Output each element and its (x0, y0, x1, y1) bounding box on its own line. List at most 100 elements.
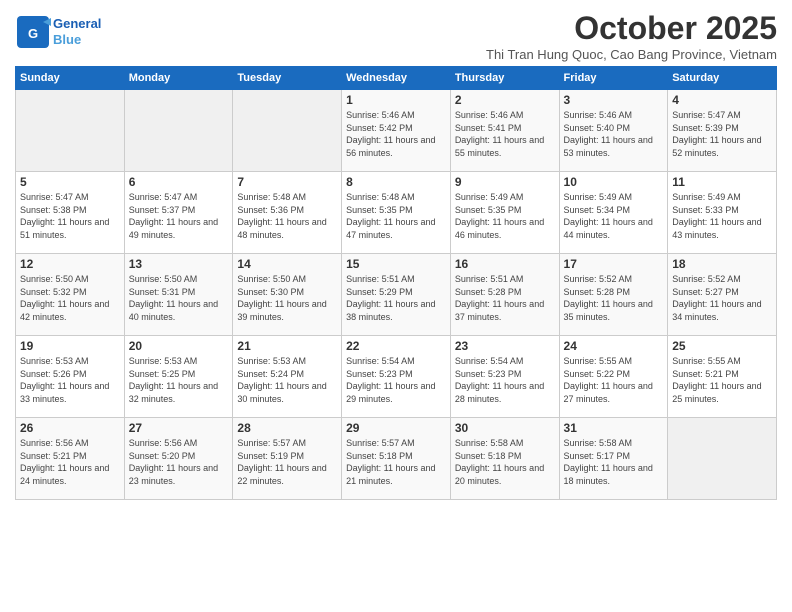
header-tuesday: Tuesday (233, 67, 342, 90)
daylight-text: Daylight: 11 hours and 48 minutes. (237, 216, 337, 241)
calendar-title: October 2025 (486, 10, 777, 47)
table-row: 31 Sunrise: 5:58 AM Sunset: 5:17 PM Dayl… (559, 418, 668, 500)
daylight-text: Daylight: 11 hours and 53 minutes. (564, 134, 664, 159)
day-number: 9 (455, 175, 555, 189)
table-row: 24 Sunrise: 5:55 AM Sunset: 5:22 PM Dayl… (559, 336, 668, 418)
sunset-text: Sunset: 5:42 PM (346, 122, 446, 135)
day-number: 10 (564, 175, 664, 189)
sunset-text: Sunset: 5:32 PM (20, 286, 120, 299)
header-monday: Monday (124, 67, 233, 90)
daylight-text: Daylight: 11 hours and 30 minutes. (237, 380, 337, 405)
day-info: Sunrise: 5:53 AM Sunset: 5:26 PM Dayligh… (20, 355, 120, 405)
sunrise-text: Sunrise: 5:53 AM (20, 355, 120, 368)
sunrise-text: Sunrise: 5:47 AM (20, 191, 120, 204)
daylight-text: Daylight: 11 hours and 44 minutes. (564, 216, 664, 241)
calendar-week-row: 5 Sunrise: 5:47 AM Sunset: 5:38 PM Dayli… (16, 172, 777, 254)
day-number: 7 (237, 175, 337, 189)
sunrise-text: Sunrise: 5:47 AM (672, 109, 772, 122)
sunrise-text: Sunrise: 5:50 AM (20, 273, 120, 286)
sunrise-text: Sunrise: 5:56 AM (129, 437, 229, 450)
sunset-text: Sunset: 5:39 PM (672, 122, 772, 135)
day-info: Sunrise: 5:51 AM Sunset: 5:28 PM Dayligh… (455, 273, 555, 323)
daylight-text: Daylight: 11 hours and 24 minutes. (20, 462, 120, 487)
sunset-text: Sunset: 5:23 PM (455, 368, 555, 381)
day-info: Sunrise: 5:49 AM Sunset: 5:33 PM Dayligh… (672, 191, 772, 241)
calendar-week-row: 1 Sunrise: 5:46 AM Sunset: 5:42 PM Dayli… (16, 90, 777, 172)
day-number: 15 (346, 257, 446, 271)
table-row: 12 Sunrise: 5:50 AM Sunset: 5:32 PM Dayl… (16, 254, 125, 336)
day-info: Sunrise: 5:55 AM Sunset: 5:22 PM Dayligh… (564, 355, 664, 405)
sunset-text: Sunset: 5:21 PM (672, 368, 772, 381)
table-row: 21 Sunrise: 5:53 AM Sunset: 5:24 PM Dayl… (233, 336, 342, 418)
sunset-text: Sunset: 5:36 PM (237, 204, 337, 217)
day-info: Sunrise: 5:46 AM Sunset: 5:40 PM Dayligh… (564, 109, 664, 159)
title-section: October 2025 Thi Tran Hung Quoc, Cao Ban… (486, 10, 777, 62)
day-number: 20 (129, 339, 229, 353)
daylight-text: Daylight: 11 hours and 51 minutes. (20, 216, 120, 241)
day-info: Sunrise: 5:48 AM Sunset: 5:36 PM Dayligh… (237, 191, 337, 241)
day-info: Sunrise: 5:47 AM Sunset: 5:38 PM Dayligh… (20, 191, 120, 241)
calendar-subtitle: Thi Tran Hung Quoc, Cao Bang Province, V… (486, 47, 777, 62)
day-info: Sunrise: 5:56 AM Sunset: 5:20 PM Dayligh… (129, 437, 229, 487)
day-info: Sunrise: 5:51 AM Sunset: 5:29 PM Dayligh… (346, 273, 446, 323)
day-info: Sunrise: 5:47 AM Sunset: 5:39 PM Dayligh… (672, 109, 772, 159)
daylight-text: Daylight: 11 hours and 23 minutes. (129, 462, 229, 487)
day-number: 24 (564, 339, 664, 353)
daylight-text: Daylight: 11 hours and 18 minutes. (564, 462, 664, 487)
sunrise-text: Sunrise: 5:56 AM (20, 437, 120, 450)
day-number: 13 (129, 257, 229, 271)
daylight-text: Daylight: 11 hours and 29 minutes. (346, 380, 446, 405)
day-number: 26 (20, 421, 120, 435)
table-row (668, 418, 777, 500)
calendar-table: Sunday Monday Tuesday Wednesday Thursday… (15, 66, 777, 500)
sunset-text: Sunset: 5:20 PM (129, 450, 229, 463)
sunset-text: Sunset: 5:30 PM (237, 286, 337, 299)
daylight-text: Daylight: 11 hours and 33 minutes. (20, 380, 120, 405)
daylight-text: Daylight: 11 hours and 20 minutes. (455, 462, 555, 487)
day-info: Sunrise: 5:58 AM Sunset: 5:17 PM Dayligh… (564, 437, 664, 487)
daylight-text: Daylight: 11 hours and 25 minutes. (672, 380, 772, 405)
table-row: 20 Sunrise: 5:53 AM Sunset: 5:25 PM Dayl… (124, 336, 233, 418)
daylight-text: Daylight: 11 hours and 22 minutes. (237, 462, 337, 487)
sunrise-text: Sunrise: 5:58 AM (564, 437, 664, 450)
day-number: 8 (346, 175, 446, 189)
sunset-text: Sunset: 5:28 PM (564, 286, 664, 299)
table-row: 13 Sunrise: 5:50 AM Sunset: 5:31 PM Dayl… (124, 254, 233, 336)
table-row: 3 Sunrise: 5:46 AM Sunset: 5:40 PM Dayli… (559, 90, 668, 172)
table-row: 22 Sunrise: 5:54 AM Sunset: 5:23 PM Dayl… (342, 336, 451, 418)
sunrise-text: Sunrise: 5:51 AM (455, 273, 555, 286)
header-saturday: Saturday (668, 67, 777, 90)
table-row: 6 Sunrise: 5:47 AM Sunset: 5:37 PM Dayli… (124, 172, 233, 254)
weekday-header-row: Sunday Monday Tuesday Wednesday Thursday… (16, 67, 777, 90)
daylight-text: Daylight: 11 hours and 35 minutes. (564, 298, 664, 323)
daylight-text: Daylight: 11 hours and 28 minutes. (455, 380, 555, 405)
sunset-text: Sunset: 5:38 PM (20, 204, 120, 217)
day-number: 1 (346, 93, 446, 107)
table-row: 2 Sunrise: 5:46 AM Sunset: 5:41 PM Dayli… (450, 90, 559, 172)
sunset-text: Sunset: 5:22 PM (564, 368, 664, 381)
header-sunday: Sunday (16, 67, 125, 90)
day-number: 14 (237, 257, 337, 271)
sunset-text: Sunset: 5:26 PM (20, 368, 120, 381)
sunset-text: Sunset: 5:18 PM (455, 450, 555, 463)
day-info: Sunrise: 5:56 AM Sunset: 5:21 PM Dayligh… (20, 437, 120, 487)
sunset-text: Sunset: 5:31 PM (129, 286, 229, 299)
day-number: 12 (20, 257, 120, 271)
day-info: Sunrise: 5:50 AM Sunset: 5:32 PM Dayligh… (20, 273, 120, 323)
header-friday: Friday (559, 67, 668, 90)
day-number: 2 (455, 93, 555, 107)
day-info: Sunrise: 5:57 AM Sunset: 5:19 PM Dayligh… (237, 437, 337, 487)
sunset-text: Sunset: 5:35 PM (455, 204, 555, 217)
sunset-text: Sunset: 5:17 PM (564, 450, 664, 463)
sunrise-text: Sunrise: 5:50 AM (237, 273, 337, 286)
header-container: G General Blue October 2025 Thi Tran Hun… (15, 10, 777, 62)
sunrise-text: Sunrise: 5:49 AM (564, 191, 664, 204)
day-info: Sunrise: 5:52 AM Sunset: 5:28 PM Dayligh… (564, 273, 664, 323)
sunset-text: Sunset: 5:24 PM (237, 368, 337, 381)
table-row: 4 Sunrise: 5:47 AM Sunset: 5:39 PM Dayli… (668, 90, 777, 172)
table-row: 5 Sunrise: 5:47 AM Sunset: 5:38 PM Dayli… (16, 172, 125, 254)
table-row: 7 Sunrise: 5:48 AM Sunset: 5:36 PM Dayli… (233, 172, 342, 254)
day-info: Sunrise: 5:58 AM Sunset: 5:18 PM Dayligh… (455, 437, 555, 487)
sunrise-text: Sunrise: 5:57 AM (346, 437, 446, 450)
logo-text-blue: Blue (53, 32, 101, 48)
